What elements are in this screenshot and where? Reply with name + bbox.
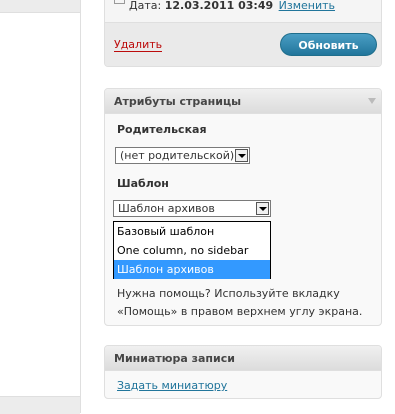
featured-image-box: Миниатюра записи Задать миниатюру (104, 345, 382, 399)
parent-select[interactable]: (нет родительской) (115, 147, 250, 164)
editor-toolbar (0, 0, 80, 13)
change-date-link[interactable]: Изменить (279, 0, 335, 12)
page-attributes-header[interactable]: Атрибуты страницы (105, 89, 381, 114)
featured-image-header[interactable]: Миниатюра записи (105, 346, 381, 371)
page-attributes-box: Атрибуты страницы Родительская (нет роди… (104, 88, 382, 326)
template-select-value: Шаблон архивов (118, 202, 215, 215)
template-select[interactable]: Шаблон архивов (113, 200, 271, 217)
dropdown-arrow-icon[interactable] (256, 202, 269, 215)
publish-date-row: Дата: 12.03.2011 03:49 Изменить (114, 0, 335, 12)
collapse-arrow-icon[interactable] (368, 98, 376, 104)
dropdown-arrow-icon[interactable] (235, 149, 248, 162)
help-text: Нужна помощь? Используйте вкладку «Помощ… (117, 287, 363, 318)
template-option-selected[interactable]: Шаблон архивов (114, 260, 270, 279)
parent-label: Родительская (117, 123, 207, 136)
delete-link[interactable]: Удалить (114, 39, 163, 52)
publish-box: Дата: 12.03.2011 03:49 Изменить Удалить … (104, 0, 382, 67)
update-button[interactable]: Обновить (280, 33, 377, 56)
date-label: Дата: (129, 0, 162, 12)
date-value: 12.03.2011 03:49 (164, 0, 274, 12)
featured-image-title: Миниатюра записи (114, 352, 235, 365)
template-label: Шаблон (117, 177, 169, 190)
template-option[interactable]: Базовый шаблон (114, 222, 270, 241)
calendar-icon (114, 0, 125, 4)
parent-select-value: (нет родительской) (120, 149, 235, 162)
page-attributes-title: Атрибуты страницы (114, 95, 242, 108)
template-option[interactable]: One column, no sidebar (114, 241, 270, 260)
set-featured-image-link[interactable]: Задать миниатюру (117, 379, 227, 392)
template-dropdown-list: Базовый шаблон One column, no sidebar Ша… (113, 221, 271, 279)
publish-actions: Удалить Обновить (105, 23, 381, 66)
editor-statusbar (0, 396, 80, 414)
editor-area (0, 0, 81, 414)
